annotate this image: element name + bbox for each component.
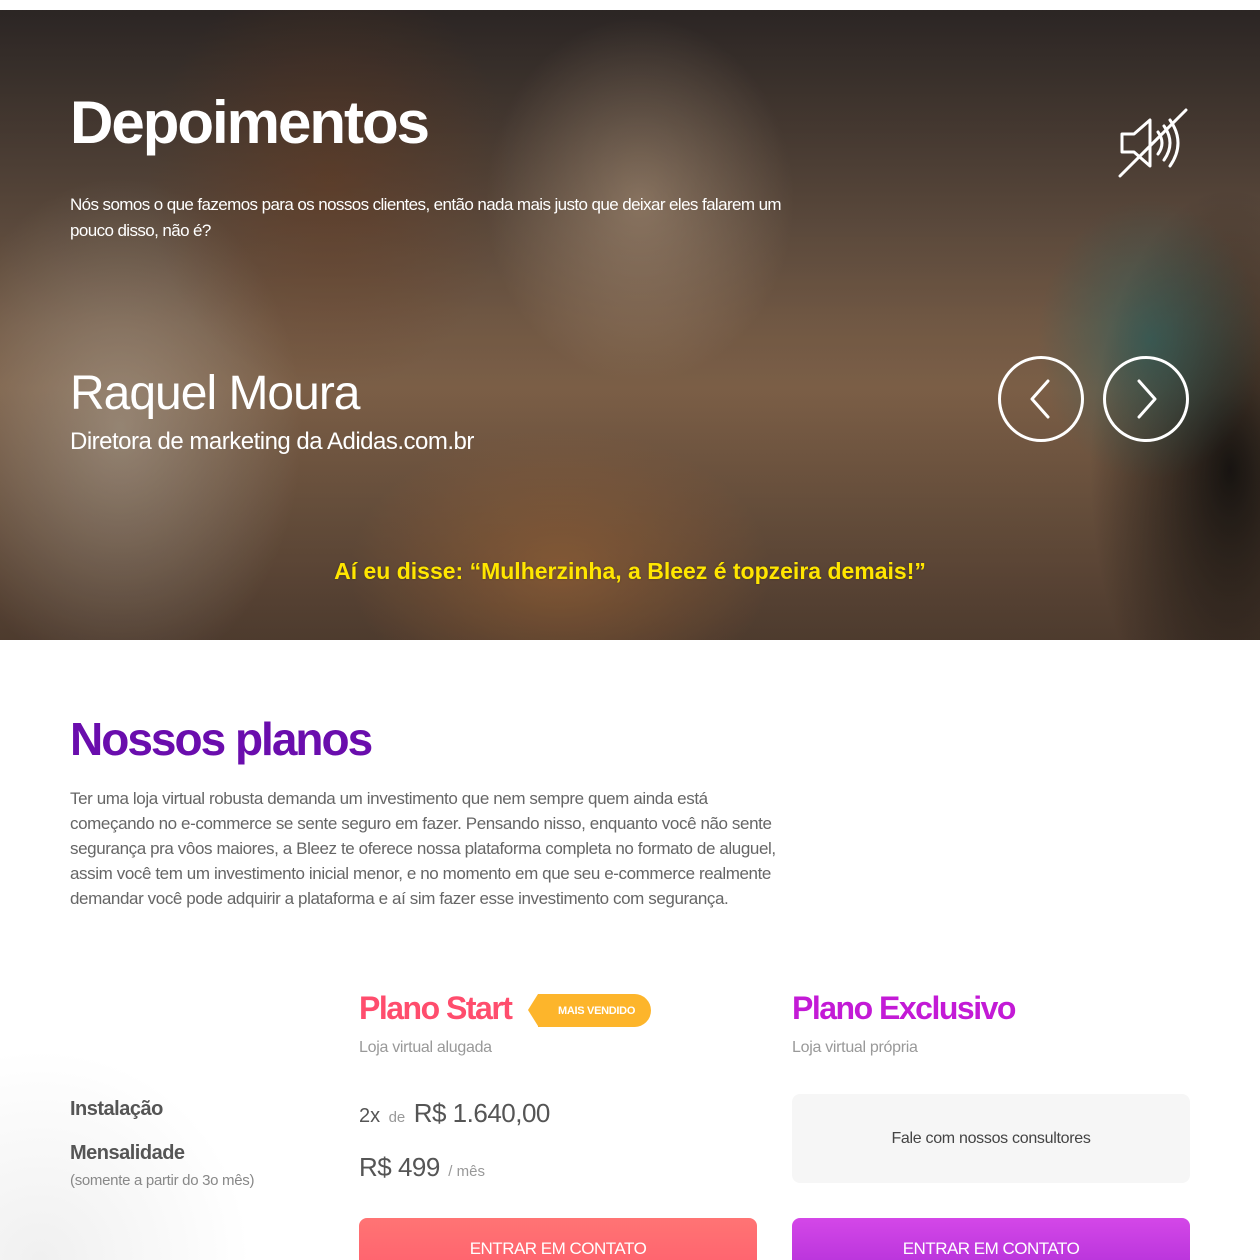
plans-description: Ter uma loja virtual robusta demanda um … <box>70 789 776 908</box>
plan-exclusive-subtitle: Loja virtual própria <box>792 1039 918 1056</box>
next-testimonial-button[interactable] <box>1103 356 1189 442</box>
chevron-left-icon <box>1030 379 1050 419</box>
monthly-note: (somente a partir do 3o mês) <box>70 1172 255 1189</box>
consult-text: Fale com nossos consultores <box>891 1129 1091 1147</box>
start-contact-button[interactable]: ENTRAR EM CONTATO <box>359 1218 757 1260</box>
installation-label: Instalação <box>70 1098 163 1120</box>
exclusive-contact-button[interactable]: ENTRAR EM CONTATO <box>792 1218 1190 1260</box>
installments-count: 2x <box>359 1105 381 1127</box>
sound-muted-icon[interactable] <box>1116 106 1190 180</box>
background-decoration <box>0 940 340 1260</box>
plans-title: Nossos planos <box>70 713 373 765</box>
start-monthly-price: R$ 499 / mês <box>359 1152 485 1183</box>
testimonial-quote-text: Aí eu disse: “Mulherzinha, a Bleez é top… <box>334 558 926 584</box>
testimonial-person-role: Diretora de marketing da Adidas.com.br <box>70 428 474 455</box>
monthly-amount: R$ 499 <box>359 1152 440 1182</box>
testimonials-hero: Depoimentos Nós somos o que fazemos para… <box>0 10 1260 640</box>
monthly-label: Mensalidade <box>70 1142 185 1164</box>
previous-testimonial-button[interactable] <box>998 356 1084 442</box>
exclusive-consult-box: Fale com nossos consultores <box>792 1094 1190 1183</box>
testimonial-person-name: Raquel Moura <box>70 367 360 420</box>
testimonials-title: Depoimentos <box>70 89 430 156</box>
monthly-suffix: / mês <box>448 1163 485 1180</box>
best-seller-badge: MAIS VENDIDO <box>527 994 652 1027</box>
testimonial-quote: Aí eu disse: “Mulherzinha, a Bleez é top… <box>0 558 1260 585</box>
plan-start-name: Plano Start <box>359 990 513 1026</box>
plan-exclusive-name: Plano Exclusivo <box>792 990 1016 1026</box>
chevron-right-icon <box>1137 379 1157 419</box>
installments-of: de <box>388 1109 406 1126</box>
installation-amount: R$ 1.640,00 <box>413 1098 551 1128</box>
start-installation-price: 2x de R$ 1.640,00 <box>359 1098 550 1129</box>
plan-start-subtitle: Loja virtual alugada <box>359 1039 492 1056</box>
testimonials-subtitle: Nós somos o que fazemos para os nossos c… <box>70 195 782 240</box>
